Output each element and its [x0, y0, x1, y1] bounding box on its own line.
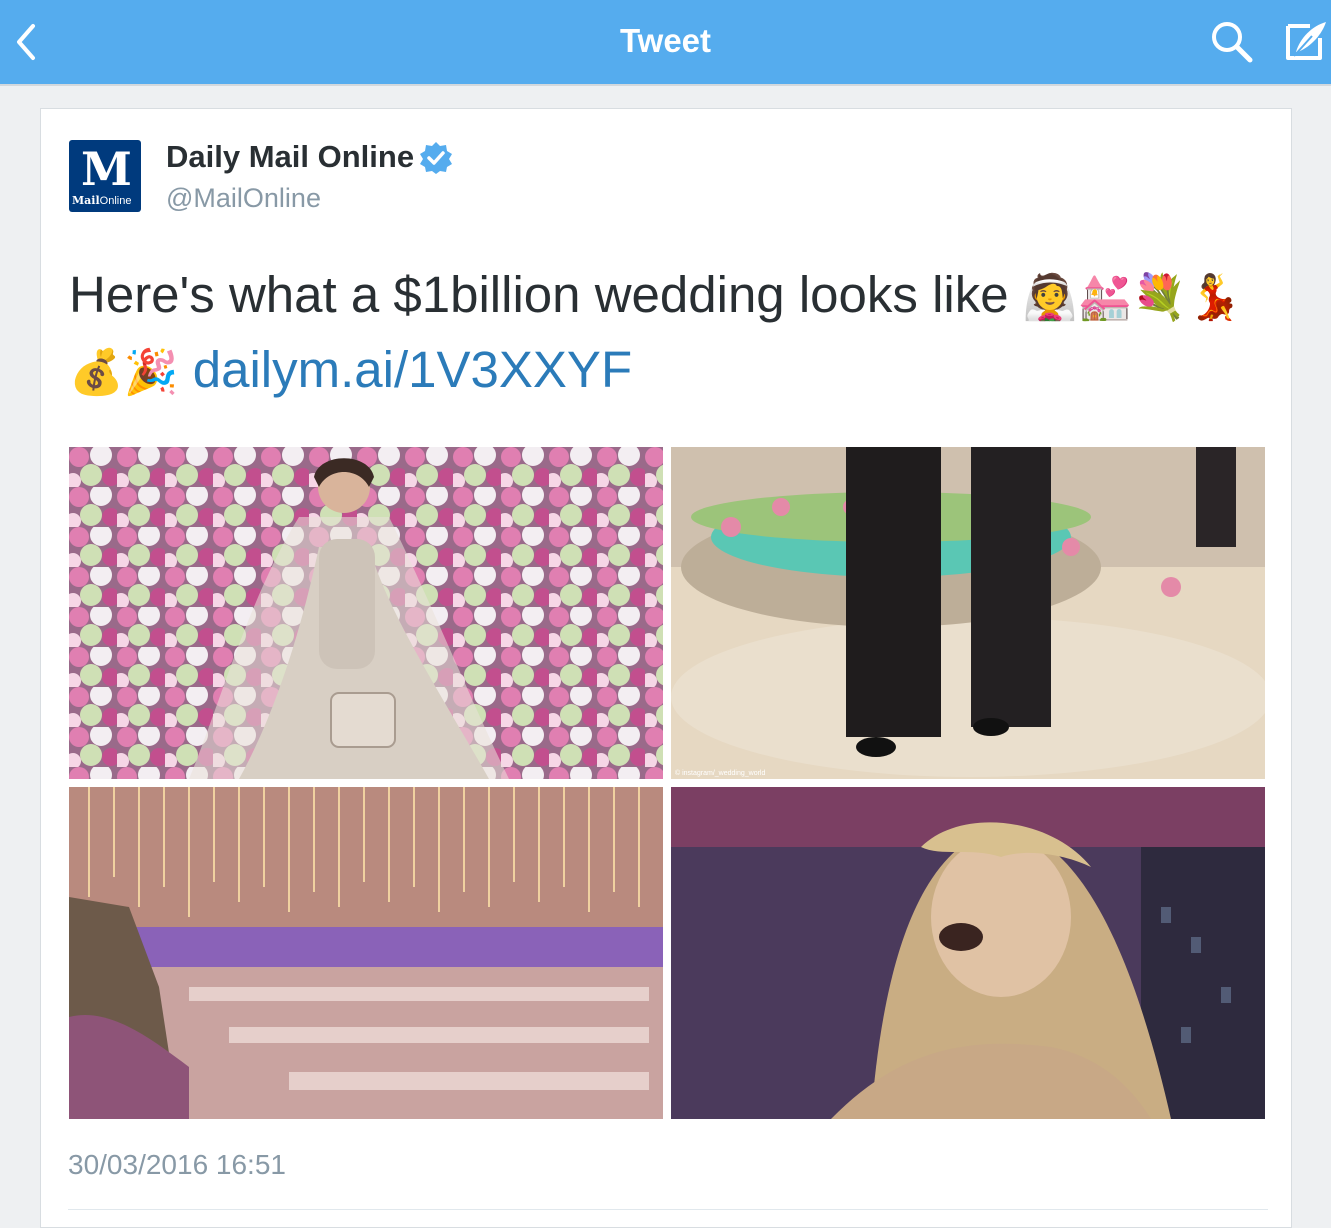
- photo-grid: © instagram/_wedding_world: [69, 447, 1265, 1120]
- avatar-logo-letter: M: [81, 142, 132, 196]
- tweet-timestamp: 30/03/2016 16:51: [68, 1149, 286, 1180]
- photo-credit: © instagram/_wedding_world: [675, 769, 765, 777]
- card-divider: [68, 1209, 1268, 1210]
- tweet-emojis-line1: 👰💒💐💃: [1022, 272, 1242, 323]
- avatar-logo-word-regular: Online: [99, 195, 132, 207]
- navigation-bar: Tweet: [0, 0, 1331, 84]
- tweet-text: Here's what a $1billion wedding looks li…: [69, 259, 1259, 409]
- tweet-link[interactable]: dailym.ai/1V3XXYF: [193, 341, 632, 398]
- avatar[interactable]: M MailOnline: [69, 140, 141, 212]
- verified-badge-icon: [419, 141, 453, 175]
- photo-singer[interactable]: [671, 787, 1265, 1119]
- tweet-card: M MailOnline Daily Mail Online @MailOnli…: [40, 108, 1292, 1228]
- tweet-body: Here's what a $1billion wedding looks li…: [69, 266, 1009, 323]
- page-title: Tweet: [619, 22, 712, 59]
- photo-bride[interactable]: [69, 447, 663, 779]
- avatar-logo-word-bold: Mail: [72, 194, 100, 207]
- navigation-bar-divider: [0, 84, 1331, 86]
- author-handle[interactable]: @MailOnline: [166, 183, 321, 214]
- photo-banquet-hall[interactable]: [69, 787, 663, 1119]
- tweet-emojis-line2: 💰🎉: [69, 347, 179, 398]
- photo-grooms-fountain[interactable]: © instagram/_wedding_world: [671, 447, 1265, 779]
- avatar-logo-word: MailOnline: [72, 194, 131, 207]
- author-name[interactable]: Daily Mail Online: [166, 139, 414, 175]
- compose-icon[interactable]: [1282, 16, 1330, 66]
- search-icon[interactable]: [1208, 18, 1256, 66]
